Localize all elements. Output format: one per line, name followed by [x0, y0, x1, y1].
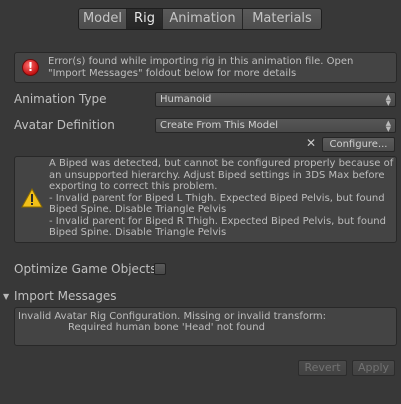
avatar-definition-value: Create From This Model [160, 120, 278, 131]
dropdown-arrows-icon: ▲ ▼ [385, 119, 391, 133]
apply-button[interactable]: Apply [352, 360, 395, 376]
warning-icon [21, 188, 43, 208]
error-message-box: ! Error(s) found while importing rig in … [14, 52, 397, 83]
warning-line-1: A Biped was detected, but cannot be conf… [49, 158, 394, 192]
import-messages-text: Invalid Avatar Rig Configuration. Missin… [18, 311, 392, 333]
dropdown-arrows-icon: ▲ ▼ [385, 93, 391, 107]
clear-icon[interactable]: ✕ [306, 137, 316, 149]
warning-message-box: A Biped was detected, but cannot be conf… [14, 156, 397, 243]
import-tabs: Model Rig Animation Materials [78, 8, 322, 30]
warning-line-2: - Invalid parent for Biped L Thigh. Expe… [49, 192, 385, 216]
optimize-game-objects-label: Optimize Game Objects [14, 262, 157, 276]
configure-button[interactable]: Configure... [322, 137, 395, 152]
tab-model[interactable]: Model [79, 9, 127, 29]
tab-animation[interactable]: Animation [163, 9, 243, 29]
error-icon: ! [22, 59, 39, 76]
avatar-definition-label: Avatar Definition [14, 118, 115, 132]
tab-rig[interactable]: Rig [127, 9, 163, 29]
error-text: Error(s) found while importing rig in th… [48, 56, 354, 79]
animation-type-value: Humanoid [160, 94, 212, 105]
import-message-line-1: Invalid Avatar Rig Configuration. Missin… [18, 311, 326, 322]
import-messages-foldout[interactable]: Import Messages [14, 289, 117, 303]
animation-type-dropdown[interactable]: Humanoid ▲ ▼ [155, 92, 396, 107]
animation-type-label: Animation Type [14, 92, 107, 106]
optimize-game-objects-checkbox[interactable] [154, 263, 166, 275]
import-message-line-2: Required human bone 'Head' not found [68, 322, 265, 333]
tab-materials[interactable]: Materials [243, 9, 321, 29]
foldout-arrow-icon[interactable]: ▼ [3, 292, 9, 301]
revert-button[interactable]: Revert [298, 360, 347, 376]
warning-text: A Biped was detected, but cannot be conf… [49, 158, 395, 239]
avatar-definition-dropdown[interactable]: Create From This Model ▲ ▼ [155, 118, 396, 133]
rig-import-inspector: Model Rig Animation Materials ! Error(s)… [0, 0, 401, 404]
warning-line-3: - Invalid parent for Biped R Thigh. Expe… [49, 215, 386, 239]
import-messages-box: Invalid Avatar Rig Configuration. Missin… [14, 307, 397, 346]
